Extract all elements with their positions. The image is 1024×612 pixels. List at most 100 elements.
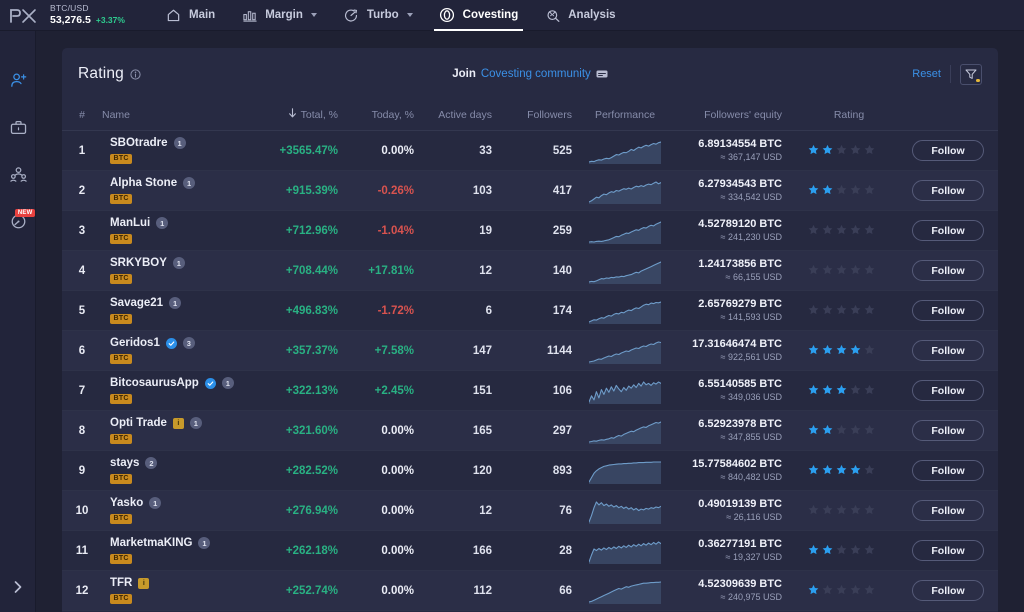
sort-desc-arrow-icon[interactable] — [288, 108, 297, 121]
column-header-label: Followers' equity — [704, 108, 782, 121]
follow-button[interactable]: Follow — [912, 380, 984, 401]
star-icon — [808, 344, 819, 358]
row-performance-sparkline — [578, 490, 672, 531]
row-name-cell[interactable]: MarketmaKING 1 BTC — [102, 530, 252, 571]
row-rank: 10 — [62, 490, 102, 531]
follow-button[interactable]: Follow — [912, 420, 984, 441]
row-name-cell[interactable]: SBOtradre 1 BTC — [102, 130, 252, 171]
turbo-icon — [343, 7, 360, 24]
row-name-cell[interactable]: ManLui 1 BTC — [102, 210, 252, 251]
star-icon — [822, 344, 833, 358]
row-followers: 417 — [498, 170, 578, 211]
table-row[interactable]: 6 Geridos1 3 BTC +357.37% +7.58% 147 1144 17.316… — [62, 330, 998, 371]
column-header-followers[interactable]: Followers — [498, 100, 578, 131]
column-header-label: Performance — [594, 108, 656, 121]
follow-button[interactable]: Follow — [912, 180, 984, 201]
sidebar-item-follow[interactable] — [0, 62, 36, 102]
row-followers-equity: 1.24173856 BTC ≈ 66,155 USD — [672, 250, 788, 291]
follow-button[interactable]: Follow — [912, 140, 984, 161]
column-header-days[interactable]: Active days — [420, 100, 498, 131]
table-row[interactable]: 1 SBOtradre 1 BTC +3565.47% 0.00% 33 525 6.89134… — [62, 130, 998, 171]
btc-usd-ticker[interactable]: BTC/USD 53,276.5 +3.37% — [46, 3, 138, 26]
row-followers: 66 — [498, 570, 578, 611]
nav-item-turbo[interactable]: Turbo — [330, 0, 426, 31]
nav-item-main[interactable]: Main — [152, 0, 228, 31]
star-icon — [850, 584, 861, 598]
follow-button[interactable]: Follow — [912, 500, 984, 521]
row-rank: 3 — [62, 210, 102, 251]
equity-usd: ≈ 240,975 USD — [720, 591, 782, 602]
table-row[interactable]: 8 Opti Trade i 1 BTC +321.60% 0.00% 165 297 6.529… — [62, 410, 998, 451]
table-row[interactable]: 4 SRKYBOY 1 BTC +708.44% +17.81% 12 140 1.241738… — [62, 250, 998, 291]
primexbt-logo[interactable] — [0, 0, 46, 31]
trader-name: SBOtradre — [110, 137, 168, 150]
follow-button[interactable]: Follow — [912, 220, 984, 241]
table-row[interactable]: 11 MarketmaKING 1 BTC +262.18% 0.00% 166 28 0.36… — [62, 530, 998, 571]
follow-button[interactable]: Follow — [912, 580, 984, 601]
table-row[interactable]: 7 BitcosaurusApp 1 BTC +322.13% +2.45% 151 106 6… — [62, 370, 998, 411]
table-row[interactable]: 2 Alpha Stone 1 BTC +915.39% -0.26% 103 417 6.27… — [62, 170, 998, 211]
row-name-cell[interactable]: TFR i BTC — [102, 570, 252, 611]
star-icon — [850, 224, 861, 238]
nav-item-margin[interactable]: Margin — [228, 0, 330, 31]
row-name-cell[interactable]: Alpha Stone 1 BTC — [102, 170, 252, 211]
row-rank: 2 — [62, 170, 102, 211]
reset-button[interactable]: Reset — [912, 68, 941, 80]
row-name-cell[interactable]: Savage21 1 BTC — [102, 290, 252, 331]
table-row[interactable]: 5 Savage21 1 BTC +496.83% -1.72% 6 174 2.6576927… — [62, 290, 998, 331]
nav-item-label: Covesting — [462, 9, 519, 21]
column-header-action[interactable] — [898, 100, 998, 131]
row-name-cell[interactable]: Yasko 1 BTC — [102, 490, 252, 531]
column-header-equity[interactable]: Followers' equity — [672, 100, 788, 131]
star-icon — [836, 224, 847, 238]
sidebar-item-portfolio[interactable] — [0, 109, 36, 149]
strategy-count-badge: 1 — [173, 137, 186, 150]
table-row[interactable]: 9 stays 2 BTC +282.52% 0.00% 120 893 15.77584602… — [62, 450, 998, 491]
follow-button[interactable]: Follow — [912, 540, 984, 561]
info-icon[interactable] — [130, 68, 141, 80]
follow-button[interactable]: Follow — [912, 260, 984, 281]
row-performance-sparkline — [578, 370, 672, 411]
chevron-down-icon[interactable] — [310, 13, 317, 17]
column-header-perf[interactable]: Performance — [578, 100, 672, 131]
row-rank: 8 — [62, 410, 102, 451]
star-icon — [850, 344, 861, 358]
row-action: Follow — [898, 450, 998, 491]
row-name-cell[interactable]: Geridos1 3 BTC — [102, 330, 252, 371]
row-name-cell[interactable]: BitcosaurusApp 1 BTC — [102, 370, 252, 411]
column-header-rank[interactable]: # — [62, 100, 102, 131]
row-rating — [788, 410, 898, 451]
star-icon — [864, 184, 875, 198]
covesting-community-link[interactable]: Covesting community — [481, 68, 591, 80]
column-header-today[interactable]: Today, % — [344, 100, 420, 131]
row-total-percent: +496.83% — [252, 290, 344, 331]
equity-usd: ≈ 241,230 USD — [720, 231, 782, 242]
column-header-rating[interactable]: Rating — [788, 100, 898, 131]
row-name-cell[interactable]: Opti Trade i 1 BTC — [102, 410, 252, 451]
row-name-cell[interactable]: SRKYBOY 1 BTC — [102, 250, 252, 291]
follow-button[interactable]: Follow — [912, 340, 984, 361]
column-header-label: Name — [102, 108, 131, 121]
nav-item-covesting[interactable]: Covesting — [426, 0, 532, 31]
sidebar-item-community[interactable] — [0, 156, 36, 196]
row-action: Follow — [898, 490, 998, 531]
sidebar-item-activity[interactable]: NEW — [0, 203, 36, 243]
sidebar-expand-button[interactable] — [0, 572, 36, 602]
row-rating — [788, 530, 898, 571]
follow-button[interactable]: Follow — [912, 460, 984, 481]
column-header-name[interactable]: Name — [102, 100, 252, 131]
star-icon — [864, 584, 875, 598]
filter-icon[interactable] — [960, 63, 982, 85]
star-icon — [808, 544, 819, 558]
telegram-icon[interactable] — [596, 69, 608, 79]
nav-item-analysis[interactable]: Analysis — [531, 0, 628, 31]
star-icon — [808, 584, 819, 598]
table-row[interactable]: 3 ManLui 1 BTC +712.96% -1.04% 19 259 4.52789120… — [62, 210, 998, 251]
follow-button[interactable]: Follow — [912, 300, 984, 321]
table-row[interactable]: 12 TFR i BTC +252.74% 0.00% 112 66 4.52309639 BT… — [62, 570, 998, 611]
column-header-total[interactable]: Total, % — [252, 100, 344, 131]
table-row[interactable]: 10 Yasko 1 BTC +276.94% 0.00% 12 76 0.49019139 B… — [62, 490, 998, 531]
star-icon — [864, 504, 875, 518]
chevron-down-icon[interactable] — [406, 13, 413, 17]
row-name-cell[interactable]: stays 2 BTC — [102, 450, 252, 491]
